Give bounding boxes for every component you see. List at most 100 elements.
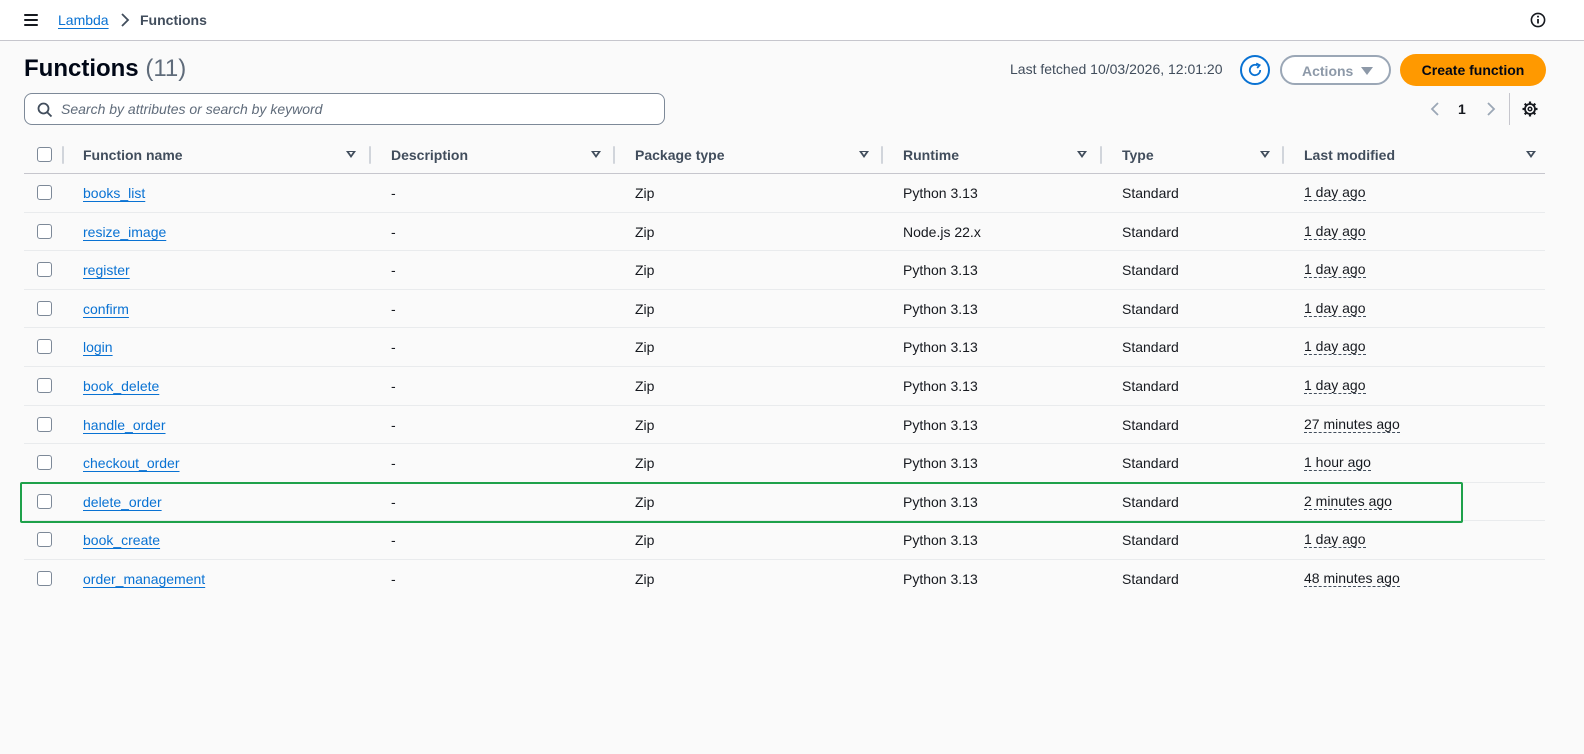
table-row[interactable]: delete_order - Zip Python 3.13 Standard …: [24, 483, 1545, 522]
last-modified-cell[interactable]: 1 day ago: [1304, 185, 1366, 201]
last-modified-cell[interactable]: 2 minutes ago: [1304, 493, 1392, 510]
top-navigation-bar: Lambda Functions: [0, 0, 1584, 41]
package-type-cell: Zip: [635, 570, 655, 587]
package-type-cell: Zip: [635, 493, 655, 510]
table-row[interactable]: book_delete - Zip Python 3.13 Standard 1…: [24, 367, 1545, 406]
table-header: Function name Description Package type R…: [24, 136, 1545, 174]
actions-dropdown-button[interactable]: Actions: [1280, 55, 1391, 85]
runtime-cell: Python 3.13: [903, 455, 978, 472]
column-separator[interactable]: [613, 146, 615, 164]
table-row[interactable]: book_create - Zip Python 3.13 Standard 1…: [24, 521, 1545, 560]
last-modified-cell[interactable]: 48 minutes ago: [1304, 570, 1400, 587]
table-row[interactable]: register - Zip Python 3.13 Standard 1 da…: [24, 251, 1545, 290]
table-row[interactable]: confirm - Zip Python 3.13 Standard 1 day…: [24, 290, 1545, 329]
column-separator[interactable]: [1100, 146, 1102, 164]
row-checkbox[interactable]: [37, 300, 52, 316]
row-checkbox[interactable]: [37, 532, 52, 548]
refresh-button[interactable]: [1240, 55, 1270, 85]
table-row[interactable]: resize_image - Zip Node.js 22.x Standard…: [24, 213, 1545, 252]
function-name-link[interactable]: books_list: [83, 185, 145, 201]
column-separator[interactable]: [1282, 146, 1284, 164]
pagination-divider: [1509, 93, 1510, 125]
package-type-cell: Zip: [635, 416, 655, 433]
column-header-description[interactable]: Description: [391, 147, 468, 163]
last-modified-cell[interactable]: 1 day ago: [1304, 339, 1366, 356]
package-type-cell: Zip: [635, 455, 655, 472]
chevron-left-icon[interactable]: [1429, 101, 1441, 117]
description-cell: -: [391, 570, 396, 587]
function-name-link[interactable]: resize_image: [83, 224, 166, 240]
search-input[interactable]: [59, 98, 649, 120]
type-cell: Standard: [1122, 532, 1179, 549]
runtime-cell: Python 3.13: [903, 300, 978, 317]
row-checkbox[interactable]: [37, 570, 52, 586]
description-cell: -: [391, 185, 396, 201]
column-separator[interactable]: [881, 146, 883, 164]
package-type-cell: Zip: [635, 223, 655, 240]
type-cell: Standard: [1122, 185, 1179, 201]
runtime-cell: Python 3.13: [903, 570, 978, 587]
function-name-link[interactable]: book_create: [83, 532, 160, 548]
column-header-function-name[interactable]: Function name: [83, 147, 183, 163]
last-modified-cell[interactable]: 1 day ago: [1304, 262, 1366, 279]
refresh-icon: [1248, 62, 1262, 77]
package-type-cell: Zip: [635, 262, 655, 279]
column-header-type[interactable]: Type: [1122, 147, 1154, 163]
function-name-link[interactable]: handle_order: [83, 417, 166, 433]
description-cell: -: [391, 223, 396, 240]
column-header-runtime[interactable]: Runtime: [903, 147, 959, 163]
type-cell: Standard: [1122, 262, 1179, 279]
function-name-link[interactable]: delete_order: [83, 494, 162, 510]
function-name-link[interactable]: register: [83, 262, 130, 278]
column-separator[interactable]: [369, 146, 371, 164]
last-modified-cell[interactable]: 1 day ago: [1304, 532, 1366, 549]
package-type-cell: Zip: [635, 377, 655, 394]
runtime-cell: Python 3.13: [903, 185, 978, 201]
last-modified-cell[interactable]: 1 day ago: [1304, 223, 1366, 240]
row-checkbox[interactable]: [37, 377, 52, 393]
table-row[interactable]: login - Zip Python 3.13 Standard 1 day a…: [24, 328, 1545, 367]
runtime-cell: Python 3.13: [903, 493, 978, 510]
search-icon: [37, 102, 53, 118]
last-modified-cell[interactable]: 1 day ago: [1304, 377, 1366, 394]
last-modified-cell[interactable]: 1 hour ago: [1304, 455, 1371, 472]
caret-down-icon: [1361, 67, 1373, 75]
search-box: [24, 93, 665, 125]
description-cell: -: [391, 377, 396, 394]
function-name-link[interactable]: login: [83, 339, 113, 355]
row-checkbox[interactable]: [37, 493, 52, 509]
last-modified-cell[interactable]: 1 day ago: [1304, 300, 1366, 317]
row-checkbox[interactable]: [37, 339, 52, 355]
gear-icon[interactable]: [1522, 101, 1538, 117]
description-cell: -: [391, 300, 396, 317]
description-cell: -: [391, 262, 396, 279]
page-number[interactable]: 1: [1458, 101, 1466, 117]
chevron-right-icon[interactable]: [1485, 101, 1497, 117]
row-checkbox[interactable]: [37, 262, 52, 278]
row-checkbox[interactable]: [37, 223, 52, 239]
info-icon[interactable]: [1530, 12, 1546, 28]
function-name-link[interactable]: confirm: [83, 301, 129, 317]
select-all-checkbox[interactable]: [37, 147, 52, 162]
page-title-text: Functions: [24, 55, 139, 82]
table-row[interactable]: books_list - Zip Python 3.13 Standard 1 …: [24, 174, 1545, 213]
row-checkbox[interactable]: [37, 455, 52, 471]
function-name-link[interactable]: book_delete: [83, 378, 159, 394]
column-header-last-modified[interactable]: Last modified: [1304, 147, 1395, 163]
breadcrumb-current: Functions: [140, 12, 207, 28]
row-checkbox[interactable]: [37, 185, 52, 200]
row-checkbox[interactable]: [37, 416, 52, 432]
last-modified-cell[interactable]: 27 minutes ago: [1304, 416, 1400, 433]
function-name-link[interactable]: order_management: [83, 571, 205, 587]
table-row[interactable]: order_management - Zip Python 3.13 Stand…: [24, 560, 1545, 599]
menu-icon[interactable]: [24, 14, 38, 26]
table-row[interactable]: handle_order - Zip Python 3.13 Standard …: [24, 406, 1545, 445]
type-cell: Standard: [1122, 493, 1179, 510]
package-type-cell: Zip: [635, 339, 655, 356]
create-function-button[interactable]: Create function: [1400, 54, 1546, 86]
function-name-link[interactable]: checkout_order: [83, 455, 180, 471]
type-cell: Standard: [1122, 455, 1179, 472]
table-row[interactable]: checkout_order - Zip Python 3.13 Standar…: [24, 444, 1545, 483]
column-header-package-type[interactable]: Package type: [635, 147, 725, 163]
breadcrumb-lambda-link[interactable]: Lambda: [58, 12, 109, 28]
